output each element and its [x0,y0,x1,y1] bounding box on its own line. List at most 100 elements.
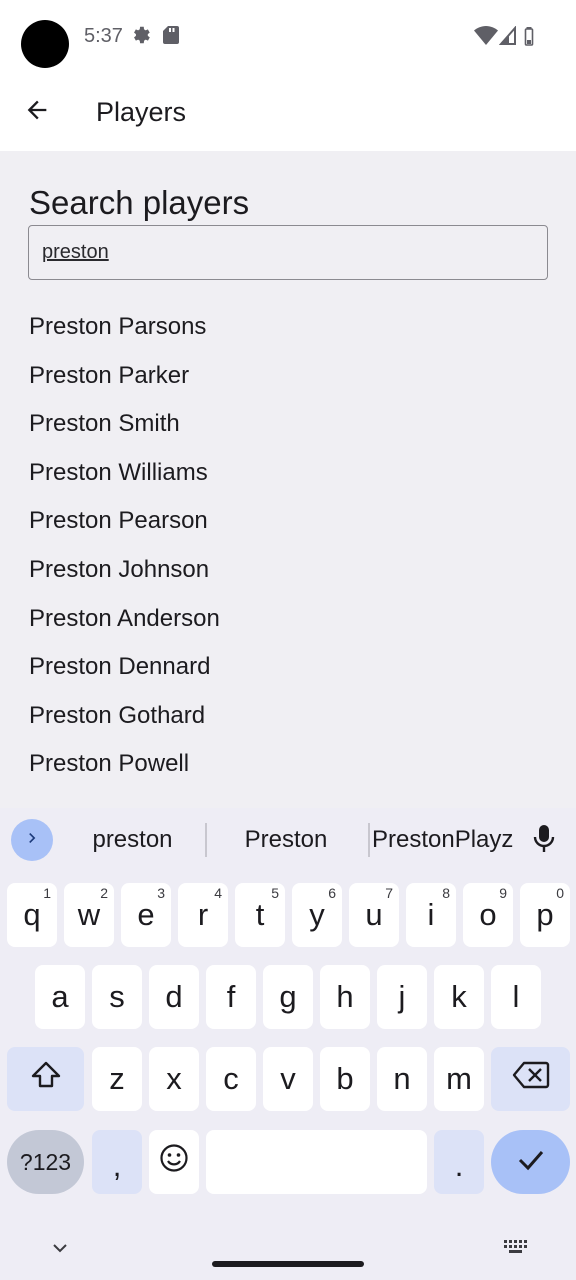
status-time: 5:37 [84,25,123,47]
backspace-icon [512,1061,550,1097]
soft-keyboard: preston Preston PrestonPlayz q1 w2 e3 r4… [0,808,576,1280]
key-r[interactable]: r4 [178,883,228,947]
key-label: f [226,979,236,1014]
list-item[interactable]: Preston Powell [29,748,220,797]
hide-keyboard-button[interactable] [48,1236,72,1265]
page-title: Players [96,97,187,127]
navigation-bar [0,1218,576,1280]
list-item[interactable]: Preston Pearson [29,505,220,554]
key-hint: 8 [442,885,450,901]
results-list: Preston Parsons Preston Parker Preston S… [29,311,220,797]
key-k[interactable]: k [434,965,484,1029]
key-label: k [451,979,467,1014]
key-label: ?123 [19,1148,72,1175]
key-c[interactable]: c [206,1047,256,1111]
key-hint: 5 [271,885,279,901]
expand-toolbar-button[interactable] [11,819,53,861]
home-gesture-handle[interactable] [212,1261,364,1267]
key-label: h [336,979,354,1014]
search-field[interactable] [28,225,548,280]
key-x[interactable]: x [149,1047,199,1111]
list-item[interactable]: Preston Johnson [29,554,220,603]
search-input[interactable] [42,241,532,264]
key-f[interactable]: f [206,965,256,1029]
key-v[interactable]: v [263,1047,313,1111]
key-s[interactable]: s [92,965,142,1029]
emoji-smiley-icon [159,1143,189,1181]
key-g[interactable]: g [263,965,313,1029]
battery-icon [524,26,534,51]
list-item[interactable]: Preston Williams [29,457,220,506]
key-hint: 2 [100,885,108,901]
emoji-key[interactable] [149,1130,199,1194]
list-item[interactable]: Preston Parsons [29,311,220,360]
key-label: g [279,979,297,1014]
key-l[interactable]: l [491,965,541,1029]
key-t[interactable]: t5 [235,883,285,947]
keyboard-switcher-button[interactable] [502,1238,530,1263]
shift-key[interactable] [7,1047,84,1111]
key-label: w [77,897,101,932]
key-label: j [398,979,406,1014]
key-j[interactable]: j [377,965,427,1029]
key-a[interactable]: a [35,965,85,1029]
suggestion-divider [368,823,370,857]
voice-input-button[interactable] [528,824,560,858]
back-button[interactable] [14,89,60,135]
suggestion-divider [205,823,207,857]
sd-card-icon [162,24,180,51]
wifi-icon [474,26,498,51]
suggestion-3[interactable]: PrestonPlayz [372,826,513,854]
microphone-icon [532,824,556,859]
key-o[interactable]: o9 [463,883,513,947]
key-y[interactable]: y6 [292,883,342,947]
list-item[interactable]: Preston Smith [29,408,220,457]
suggestion-bar: preston Preston PrestonPlayz [0,808,576,872]
key-b[interactable]: b [320,1047,370,1111]
key-label: c [223,1061,239,1096]
app-bar: Players [0,76,576,151]
list-item[interactable]: Preston Parker [29,360,220,409]
key-label: q [23,897,41,932]
key-label: b [336,1061,354,1096]
key-w[interactable]: w2 [64,883,114,947]
settings-gear-icon [130,24,152,51]
suggestion-1[interactable]: preston [70,826,195,854]
key-hint: 0 [556,885,564,901]
period-key[interactable]: . [434,1130,484,1194]
list-item[interactable]: Preston Anderson [29,603,220,652]
suggestion-2[interactable]: Preston [220,826,352,854]
enter-key[interactable] [491,1130,570,1194]
key-h[interactable]: h [320,965,370,1029]
comma-key[interactable]: , [92,1130,142,1194]
key-hint: 6 [328,885,336,901]
key-label: t [255,897,265,932]
spacebar-key[interactable] [206,1130,427,1194]
key-label: , [112,1148,122,1183]
status-bar: 5:37 [0,0,576,76]
key-u[interactable]: u7 [349,883,399,947]
list-item[interactable]: Preston Gothard [29,700,220,749]
key-label: n [393,1061,411,1096]
key-e[interactable]: e3 [121,883,171,947]
keyboard-icon [502,1240,530,1262]
key-q[interactable]: q1 [7,883,57,947]
key-i[interactable]: i8 [406,883,456,947]
chevron-right-icon [22,828,42,853]
list-item[interactable]: Preston Dennard [29,651,220,700]
key-label: l [512,979,520,1014]
key-n[interactable]: n [377,1047,427,1111]
symbols-key[interactable]: ?123 [7,1130,84,1194]
key-p[interactable]: p0 [520,883,570,947]
key-d[interactable]: d [149,965,199,1029]
key-label: d [165,979,183,1014]
backspace-key[interactable] [491,1047,570,1111]
key-label: i [427,897,435,932]
key-label: . [454,1148,464,1183]
chevron-down-icon [48,1244,72,1264]
key-z[interactable]: z [92,1047,142,1111]
key-label: s [109,979,125,1014]
key-hint: 9 [499,885,507,901]
key-label: r [197,897,209,932]
key-m[interactable]: m [434,1047,484,1111]
